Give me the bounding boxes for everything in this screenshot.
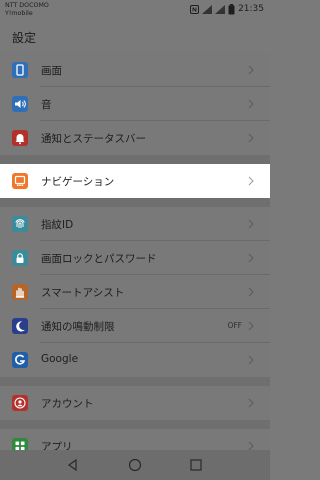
battery-icon [228, 3, 235, 14]
settings-item-label: アカウント [41, 398, 94, 410]
chevron-right-icon [248, 219, 254, 229]
moon-icon [12, 318, 28, 334]
settings-item-label: 画面ロックとパスワード [41, 253, 157, 265]
settings-item-fingerprint[interactable]: 指紋ID [0, 207, 270, 241]
bell-icon [12, 130, 28, 146]
carrier-info: NTT DOCOMO Y!mobile [5, 2, 49, 17]
display-icon [12, 62, 28, 78]
chevron-right-icon [248, 253, 254, 263]
settings-item-label: 画面 [41, 65, 62, 77]
navigation-icon [12, 173, 28, 189]
recents-icon[interactable] [189, 458, 203, 472]
settings-item-label: 指紋ID [41, 219, 74, 231]
chevron-right-icon [248, 287, 254, 297]
carrier-name: NTT DOCOMO [5, 2, 49, 9]
page-title: 設定 [12, 31, 37, 45]
chevron-right-icon [248, 65, 254, 75]
chevron-right-icon [248, 176, 254, 186]
settings-item-google[interactable]: Google [0, 343, 270, 377]
chevron-right-icon [248, 99, 254, 109]
back-icon[interactable] [66, 458, 80, 472]
hand-icon [12, 284, 28, 300]
fingerprint-icon [12, 216, 28, 232]
settings-item-label: 通知の鳴動制限 [41, 321, 115, 333]
google-icon [12, 352, 28, 368]
clock: 21:35 [238, 4, 264, 14]
settings-item-navigation[interactable]: ナビゲーション [0, 164, 270, 198]
settings-item-notifications[interactable]: 通知とステータスバー [0, 121, 270, 155]
signal-icon-secondary [215, 4, 226, 14]
settings-item-screen-lock[interactable]: 画面ロックとパスワード [0, 241, 270, 275]
status-icons: 21:35 [190, 3, 264, 15]
status-bar: NTT DOCOMO Y!mobile 21:35 [0, 0, 270, 20]
carrier-name-secondary: Y!mobile [5, 9, 33, 17]
chevron-right-icon [248, 355, 254, 365]
settings-list: 画面 音 通知とステータスバー ナビゲーション 指紋ID 画面ロックとパスワード… [0, 53, 270, 463]
lock-icon [12, 250, 28, 266]
chevron-right-icon [248, 398, 254, 408]
account-icon [12, 395, 28, 411]
settings-item-label: Google [41, 353, 79, 365]
settings-item-label: ナビゲーション [41, 176, 115, 188]
settings-item-label: スマートアシスト [41, 287, 125, 299]
settings-item-accounts[interactable]: アカウント [0, 386, 270, 420]
settings-item-smart-assist[interactable]: スマートアシスト [0, 275, 270, 309]
signal-icon [202, 4, 213, 14]
chevron-right-icon [248, 133, 254, 143]
navigation-bar [0, 450, 270, 480]
settings-item-label: 通知とステータスバー [41, 133, 146, 145]
nfc-icon [190, 4, 200, 14]
sound-icon [12, 96, 28, 112]
settings-item-display[interactable]: 画面 [0, 53, 270, 87]
settings-item-label: 音 [41, 99, 52, 111]
home-icon[interactable] [128, 458, 142, 472]
title-bar: 設定 [0, 20, 270, 53]
chevron-right-icon [248, 321, 254, 331]
setting-value: OFF [227, 321, 242, 330]
settings-item-sound[interactable]: 音 [0, 87, 270, 121]
settings-item-do-not-disturb[interactable]: 通知の鳴動制限 OFF [0, 309, 270, 343]
